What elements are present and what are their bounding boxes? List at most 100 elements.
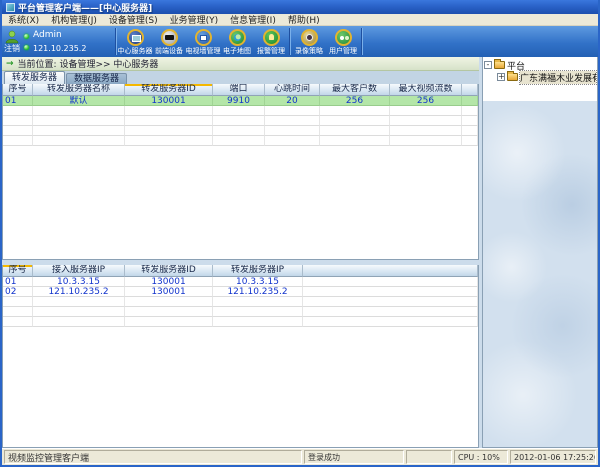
table-cell: [462, 116, 478, 126]
breadcrumb-bar: 当前位置: 设备管理>> 中心服务器: [2, 57, 479, 71]
table-cell: [462, 96, 478, 106]
table-cell: 121.10.235.2: [213, 287, 303, 297]
table-cell: [390, 136, 462, 146]
table-cell: [303, 317, 478, 327]
status-spacer: [406, 450, 452, 464]
table-cell: [320, 126, 390, 136]
record-policy-icon: [301, 29, 318, 46]
table-row: [3, 307, 478, 317]
column-header[interactable]: 心跳时间: [265, 84, 320, 96]
column-header[interactable]: 最大视频流数: [390, 84, 462, 96]
table-cell: [213, 136, 265, 146]
user-panel: 注销 Admin 121.10.235.2: [2, 26, 114, 57]
table-cell: [390, 126, 462, 136]
column-header[interactable]: 转发服务器ID: [125, 84, 213, 96]
decorative-background: [483, 101, 597, 447]
breadcrumb: 当前位置: 设备管理>> 中心服务器: [18, 57, 159, 70]
tab-forward-server[interactable]: 转发服务器: [4, 71, 65, 84]
table-cell: 130001: [125, 287, 213, 297]
column-header[interactable]: 转发服务器IP: [213, 265, 303, 277]
table-cell: [303, 277, 478, 287]
center-server-icon: [127, 29, 144, 46]
tab-data-server[interactable]: 数据服务器: [66, 73, 127, 84]
table-cell: [303, 297, 478, 307]
record-policy-button[interactable]: 录像策略: [292, 26, 326, 57]
menu-help[interactable]: 帮助(H): [282, 13, 326, 26]
menu-info-manage[interactable]: 信息管理(I): [224, 13, 282, 26]
table-cell: [265, 116, 320, 126]
table-row[interactable]: 0110.3.3.1513000110.3.3.15: [3, 277, 478, 287]
e-map-button[interactable]: 电子地图: [220, 26, 254, 57]
column-header[interactable]: [462, 84, 478, 96]
logout-button[interactable]: 注销: [4, 30, 20, 53]
column-header[interactable]: 转发服务器ID: [125, 265, 213, 277]
column-header[interactable]: 端口: [213, 84, 265, 96]
main-area: 当前位置: 设备管理>> 中心服务器 转发服务器数据服务器 序号转发服务器名称转…: [2, 57, 598, 448]
front-device-icon: [161, 29, 178, 46]
table-cell: [125, 106, 213, 116]
table-cell: [33, 116, 125, 126]
table-header: 序号转发服务器名称转发服务器ID端口心跳时间最大客户数最大视频流数: [3, 84, 478, 96]
table-row[interactable]: 01默认130001991020256256: [3, 96, 478, 106]
status-login: 登录成功: [304, 450, 404, 464]
alarm-manage-button[interactable]: 报警管理: [254, 26, 288, 57]
logout-label: 注销: [4, 44, 20, 53]
table-cell: 默认: [33, 96, 125, 106]
table-cell: 01: [3, 277, 33, 287]
table-cell: [320, 136, 390, 146]
user-manage-button[interactable]: 用户管理: [326, 26, 360, 57]
table-cell: [3, 106, 33, 116]
e-map-icon: [229, 29, 246, 46]
table-row: [3, 317, 478, 327]
table-cell: [320, 106, 390, 116]
menu-system[interactable]: 系统(X): [2, 13, 45, 26]
table-cell: 02: [3, 287, 33, 297]
tv-wall-manage-button[interactable]: 电视墙管理: [186, 26, 220, 57]
table-cell: [125, 307, 213, 317]
toolbar-separator: [289, 28, 291, 55]
table-cell: [33, 126, 125, 136]
table-cell: 9910: [213, 96, 265, 106]
column-header[interactable]: 最大客户数: [320, 84, 390, 96]
statusbar: 视频监控管理客户端 登录成功 CPU : 10% 2012-01-06 17:2…: [2, 448, 598, 465]
column-header[interactable]: 接入服务器IP: [33, 265, 125, 277]
table-cell: [303, 307, 478, 317]
table-cell: [265, 126, 320, 136]
column-header[interactable]: 转发服务器名称: [33, 84, 125, 96]
table-cell: [33, 297, 125, 307]
arrow-icon: [6, 59, 14, 69]
server-mapping-table: 序号接入服务器IP转发服务器ID转发服务器IP0110.3.3.15130001…: [2, 265, 479, 448]
table-cell: [265, 136, 320, 146]
table-cell: [33, 307, 125, 317]
table-cell: 20: [265, 96, 320, 106]
table-cell: [213, 126, 265, 136]
folder-icon: [494, 61, 505, 69]
table-cell: [125, 116, 213, 126]
column-header[interactable]: 序号: [3, 84, 33, 96]
table-cell: [3, 297, 33, 307]
org-tree: 平台 广东满福木业发展有限公司: [483, 57, 597, 101]
table-row[interactable]: 02121.10.235.2130001121.10.235.2: [3, 287, 478, 297]
center-server-button[interactable]: 中心服务器: [118, 26, 152, 57]
menu-device-manage[interactable]: 设备管理(S): [103, 13, 164, 26]
table-cell: [3, 136, 33, 146]
table-cell: [462, 126, 478, 136]
user-info: Admin 121.10.235.2: [33, 31, 86, 53]
menu-org-manage[interactable]: 机构管理(J): [45, 13, 103, 26]
status-leds: [23, 34, 30, 50]
table-cell: [3, 116, 33, 126]
table-cell: 121.10.235.2: [33, 287, 125, 297]
front-device-button[interactable]: 前端设备: [152, 26, 186, 57]
tree-node[interactable]: 广东满福木业发展有限公司: [484, 71, 596, 83]
tv-wall-icon: [195, 29, 212, 46]
column-header[interactable]: [303, 265, 478, 277]
collapse-icon[interactable]: [484, 61, 492, 69]
table-cell: [33, 136, 125, 146]
column-header[interactable]: 序号: [3, 265, 33, 277]
table-cell: [462, 106, 478, 116]
tree-root-node[interactable]: 平台: [484, 59, 596, 71]
table-cell: [213, 297, 303, 307]
expand-icon[interactable]: [497, 73, 505, 81]
table-cell: [213, 317, 303, 327]
menu-business-manage[interactable]: 业务管理(Y): [164, 13, 225, 26]
